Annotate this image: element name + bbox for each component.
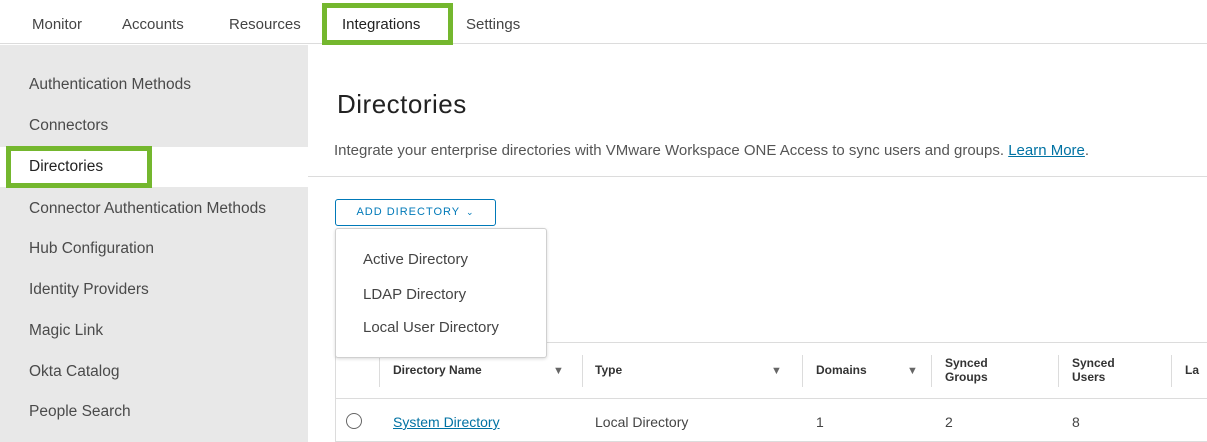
tab-settings[interactable]: Settings: [466, 16, 520, 33]
table-row: System Directory Local Directory 1 2 8: [336, 400, 1207, 442]
sidebar-item-magic-link[interactable]: Magic Link: [0, 311, 308, 351]
column-separator: [931, 355, 932, 387]
column-separator: [379, 355, 380, 387]
row-select-radio[interactable]: [346, 413, 362, 429]
sidebar-item-hub-configuration[interactable]: Hub Configuration: [0, 229, 308, 269]
tab-monitor[interactable]: Monitor: [32, 16, 82, 33]
sidebar-item-okta-catalog[interactable]: Okta Catalog: [0, 352, 308, 392]
sidebar-item-people-search[interactable]: People Search: [0, 392, 308, 432]
sidebar-item-directories[interactable]: Directories: [0, 147, 308, 187]
menu-item-ldap-directory[interactable]: LDAP Directory: [363, 286, 466, 303]
add-directory-label: ADD DIRECTORY: [356, 206, 460, 218]
column-synced-groups[interactable]: Synced Groups: [931, 343, 1058, 399]
column-last[interactable]: La: [1171, 343, 1207, 399]
sidebar-item-authentication-methods[interactable]: Authentication Methods: [0, 65, 308, 105]
column-synced-users[interactable]: Synced Users: [1058, 343, 1171, 399]
menu-item-local-user-directory[interactable]: Local User Directory: [363, 319, 499, 336]
cell-domains: 1: [816, 414, 824, 430]
divider: [308, 176, 1207, 177]
description-period: .: [1084, 142, 1090, 159]
top-navigation: Monitor Accounts Resources Integrations …: [0, 0, 1207, 44]
tab-accounts[interactable]: Accounts: [122, 16, 184, 33]
sidebar-item-identity-providers[interactable]: Identity Providers: [0, 270, 308, 310]
main-content: Directories Integrate your enterprise di…: [308, 45, 1207, 442]
filter-icon[interactable]: ▼: [771, 365, 782, 377]
tab-integrations[interactable]: Integrations: [342, 16, 420, 33]
cell-directory-name: System Directory: [393, 414, 500, 430]
column-separator: [802, 355, 803, 387]
sidebar-item-connector-authentication-methods[interactable]: Connector Authentication Methods: [0, 189, 308, 229]
column-separator: [1171, 355, 1172, 387]
cell-type: Local Directory: [595, 414, 689, 430]
tab-resources[interactable]: Resources: [229, 16, 301, 33]
sidebar: Authentication Methods Connectors Direct…: [0, 45, 308, 442]
filter-icon[interactable]: ▼: [553, 365, 564, 377]
add-directory-button[interactable]: ADD DIRECTORY ⌄: [335, 199, 496, 226]
chevron-down-icon: ⌄: [465, 207, 475, 217]
column-label: Type: [595, 363, 623, 377]
column-label: La: [1185, 363, 1200, 377]
add-directory-menu: Active Directory LDAP Directory Local Us…: [335, 228, 547, 358]
cell-synced-users: 8: [1072, 414, 1080, 430]
filter-icon[interactable]: ▼: [907, 365, 918, 377]
page-title: Directories: [337, 89, 467, 119]
column-label: Directory Name: [393, 363, 482, 377]
column-separator: [1058, 355, 1059, 387]
column-separator: [582, 355, 583, 387]
column-label: Synced Groups: [945, 356, 988, 384]
menu-item-active-directory[interactable]: Active Directory: [363, 251, 468, 268]
column-label: Domains: [816, 363, 867, 377]
sidebar-item-connectors[interactable]: Connectors: [0, 106, 308, 146]
column-type[interactable]: Type ▼: [582, 343, 802, 399]
column-domains[interactable]: Domains ▼: [802, 343, 931, 399]
cell-synced-groups: 2: [945, 414, 953, 430]
column-label: Synced Users: [1072, 356, 1115, 384]
learn-more-link[interactable]: Learn More: [1008, 142, 1085, 159]
description-text: Integrate your enterprise directories wi…: [334, 142, 1005, 159]
directory-name-link[interactable]: System Directory: [393, 414, 500, 430]
page-description: Integrate your enterprise directories wi…: [334, 142, 1089, 159]
